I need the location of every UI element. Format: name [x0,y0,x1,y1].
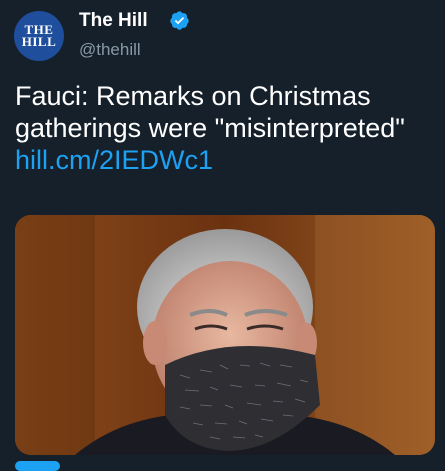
the-hill-logo-icon: THE HILL [21,22,57,49]
tweet-text-line: Fauci: Remarks on Christmas [15,81,371,111]
tweet-text: Fauci: Remarks on Christmas gatherings w… [15,80,435,176]
verified-badge-icon [170,11,189,30]
new-tweet-button[interactable] [15,461,60,471]
photo-of-man-wearing-face-mask [15,215,435,455]
tweet-link[interactable]: hill.cm/2IEDWc1 [15,144,435,176]
user-handle[interactable]: @thehill [79,40,141,60]
tweet-card[interactable]: THE HILL The Hill @thehill Fauci: Remark… [0,0,445,471]
tweet-media-photo[interactable] [15,215,435,455]
tweet-text-line: gatherings were "misinterpreted" [15,113,405,143]
avatar[interactable]: THE HILL [14,11,64,61]
display-name[interactable]: The Hill [79,10,148,32]
